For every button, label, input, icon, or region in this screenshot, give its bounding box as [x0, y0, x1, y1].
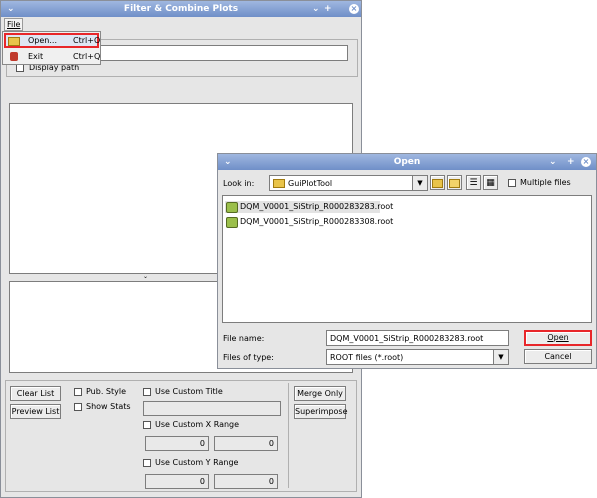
- y-range-min-input[interactable]: 0: [145, 474, 209, 489]
- menu-item-open-shortcut: Ctrl+O: [73, 36, 101, 45]
- dialog-minimize-button[interactable]: ⌄: [549, 154, 557, 170]
- y-range-max-input[interactable]: 0: [214, 474, 278, 489]
- folder-icon: [273, 179, 285, 188]
- file-name-label: File name:: [223, 334, 265, 343]
- file-item[interactable]: DQM_V0001_SiStrip_R000283308.root: [225, 216, 393, 228]
- file-list[interactable]: DQM_V0001_SiStrip_R000283283.root DQM_V0…: [222, 195, 592, 323]
- custom-y-range-label: Use Custom Y Range: [155, 458, 239, 467]
- file-item[interactable]: DQM_V0001_SiStrip_R000283283.root: [225, 201, 393, 213]
- multiple-files-label: Multiple files: [520, 178, 571, 187]
- window-menu-icon[interactable]: ⌄: [7, 1, 15, 17]
- look-in-dropdown-arrow[interactable]: ▼: [412, 176, 427, 190]
- open-dialog: Open ⌄ ⌄ + × Look in: GuiPlotTool ▼ ☰ ▦ …: [217, 153, 597, 369]
- open-dialog-title: Open: [393, 157, 421, 167]
- pub-style-label: Pub. Style: [86, 387, 127, 396]
- main-title: Filter & Combine Plots: [123, 4, 239, 14]
- show-stats-checkbox[interactable]: [74, 403, 82, 411]
- custom-x-range-label: Use Custom X Range: [155, 420, 240, 429]
- root-file-icon: [226, 202, 238, 213]
- pub-style-checkbox[interactable]: [74, 388, 82, 396]
- custom-title-checkbox[interactable]: [143, 388, 151, 396]
- new-folder-icon[interactable]: [447, 175, 462, 190]
- menu-bar: File: [1, 17, 361, 31]
- x-range-max-input[interactable]: 0: [214, 436, 278, 451]
- look-in-label: Look in:: [223, 179, 255, 188]
- menu-item-exit-label: Exit: [28, 52, 44, 61]
- x-range-min-input[interactable]: 0: [145, 436, 209, 451]
- root-file-icon: [226, 217, 238, 228]
- merge-divider: [288, 383, 289, 488]
- display-path-checkbox[interactable]: [16, 64, 24, 72]
- file-name-input[interactable]: DQM_V0001_SiStrip_R000283283.root: [326, 330, 509, 346]
- custom-title-input[interactable]: [143, 401, 281, 416]
- dialog-menu-icon[interactable]: ⌄: [224, 154, 232, 170]
- minimize-button[interactable]: ⌄: [312, 1, 320, 17]
- menu-file[interactable]: File: [4, 18, 24, 31]
- dialog-maximize-button[interactable]: +: [567, 154, 575, 170]
- splitter-handle[interactable]: ⌄: [143, 274, 148, 280]
- menu-item-open[interactable]: Open... Ctrl+O: [4, 33, 101, 48]
- clear-list-button[interactable]: Clear List: [10, 386, 61, 401]
- dialog-close-button[interactable]: ×: [581, 157, 591, 167]
- files-of-type-combo[interactable]: ROOT files (*.root) ▼: [326, 349, 509, 365]
- open-button[interactable]: Open: [524, 330, 592, 346]
- menu-item-open-label: Open...: [28, 36, 57, 45]
- main-titlebar[interactable]: Filter & Combine Plots ⌄ ⌄ + ×: [1, 1, 361, 17]
- multiple-files-checkbox[interactable]: [508, 179, 516, 187]
- list-view-icon[interactable]: ▦: [483, 175, 498, 190]
- folder-open-icon: [8, 37, 20, 46]
- cancel-button[interactable]: Cancel: [524, 349, 592, 364]
- up-folder-icon[interactable]: [430, 175, 445, 190]
- look-in-combo[interactable]: GuiPlotTool ▼: [269, 175, 428, 191]
- merge-only-button[interactable]: Merge Only: [294, 386, 346, 401]
- close-button[interactable]: ×: [349, 4, 359, 14]
- file-path-input[interactable]: [73, 45, 348, 61]
- menu-item-exit[interactable]: Exit Ctrl+Q: [4, 49, 101, 64]
- superimpose-button[interactable]: Superimpose: [294, 404, 348, 419]
- files-of-type-dropdown-arrow[interactable]: ▼: [493, 350, 508, 364]
- custom-y-range-checkbox[interactable]: [143, 459, 151, 467]
- preview-list-button[interactable]: Preview List: [10, 404, 61, 419]
- exit-icon: [10, 52, 18, 61]
- maximize-button[interactable]: +: [324, 1, 332, 17]
- open-dialog-titlebar[interactable]: Open ⌄ ⌄ + ×: [218, 154, 596, 170]
- details-view-icon[interactable]: ☰: [466, 175, 481, 190]
- files-of-type-label: Files of type:: [223, 353, 274, 362]
- menu-item-exit-shortcut: Ctrl+Q: [73, 52, 101, 61]
- file-menu-popup: Open... Ctrl+O Exit Ctrl+Q: [2, 31, 101, 65]
- custom-title-label: Use Custom Title: [155, 387, 223, 396]
- show-stats-label: Show Stats: [86, 402, 131, 411]
- custom-x-range-checkbox[interactable]: [143, 421, 151, 429]
